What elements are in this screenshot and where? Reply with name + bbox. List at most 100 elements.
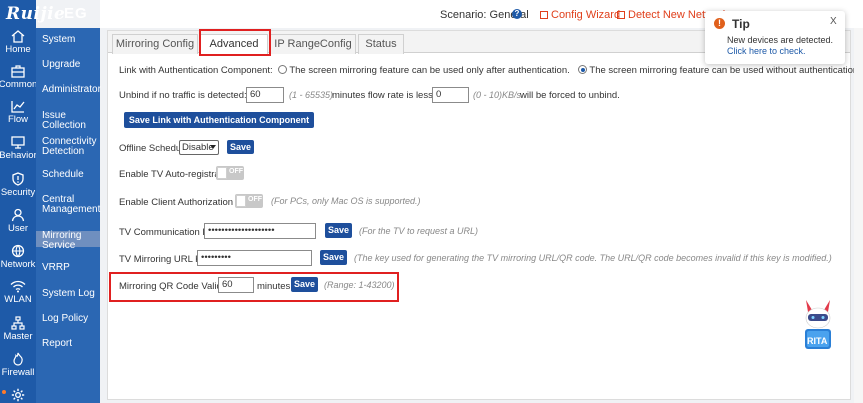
tip-close-button[interactable]: X [830, 16, 837, 27]
detect-icon [617, 11, 625, 19]
rail-label: Master [3, 331, 33, 342]
rail-item-wlan[interactable]: WLAN [0, 280, 36, 314]
rail-item-common[interactable]: Common [0, 65, 37, 99]
rail-label: Network [0, 259, 36, 270]
tip-check-link[interactable]: Click here to check. [727, 46, 806, 56]
gear-icon [11, 388, 25, 402]
scenario-label: Scenario: [440, 9, 487, 21]
wlan-icon [10, 280, 26, 293]
rail-item-security[interactable]: Security [0, 172, 36, 206]
tv-auto-registration-state: OFF [229, 168, 243, 175]
submenu-item-mirroring-service[interactable]: Mirroring Service [36, 231, 100, 251]
rail-item-flow[interactable]: Flow [0, 100, 36, 134]
warning-icon: ! [714, 18, 725, 29]
wizard-icon [540, 11, 548, 19]
submenu-item-administrator[interactable]: Administrator [36, 85, 101, 97]
rail-item-master[interactable]: Master [0, 316, 36, 350]
submenu-item-system[interactable]: System [36, 35, 100, 47]
rail-label: User [7, 223, 29, 234]
rail-label: Flow [7, 114, 29, 125]
submenu: System Upgrade Administrator Issue Colle… [36, 28, 101, 403]
submenu-item-central-management[interactable]: Central Management [36, 195, 100, 215]
config-wizard-link[interactable]: Config Wizard [540, 9, 620, 21]
rail-label: Common [0, 79, 38, 90]
ruijie-logo: Ruijie [6, 4, 66, 24]
tv-comm-key-hint: (For the TV to request a URL) [359, 226, 479, 236]
rail-item-behavior[interactable]: Behavior [0, 136, 37, 170]
chevron-down-icon [210, 145, 216, 149]
toggle-knob [217, 167, 227, 179]
auth-required-radio[interactable] [278, 65, 288, 74]
tip-message: New devices are detected. [727, 35, 834, 45]
offline-schedule-value: Disable [182, 142, 214, 153]
rita-label: RITA [807, 336, 828, 346]
master-icon [11, 316, 25, 330]
submenu-item-schedule[interactable]: Schedule [36, 170, 100, 182]
submenu-item-report[interactable]: Report [36, 339, 100, 351]
behavior-icon [11, 136, 25, 149]
auth-required-option: The screen mirroring feature can be used… [289, 65, 570, 76]
unbind-rate-hint: (0 - 10)KB/s [473, 90, 522, 100]
advanced-tab-highlight [199, 29, 271, 56]
auth-row: Link with Authentication Component: The … [119, 65, 861, 76]
submenu-item-connectivity-detection[interactable]: Connectivity Detection [36, 137, 100, 157]
unbind-minutes-input[interactable]: 60 [246, 87, 284, 103]
offline-schedule-select[interactable]: Disable [179, 140, 219, 155]
rail-label: Security [0, 187, 36, 198]
rail-item-home[interactable]: Home [0, 30, 36, 64]
submenu-item-issue-collection[interactable]: Issue Collection [36, 111, 100, 131]
rail-label: Firewall [1, 367, 35, 378]
tip-title: Tip [732, 17, 750, 31]
settings-gear-button[interactable] [11, 388, 25, 403]
rail-label: Behavior [0, 150, 37, 161]
submenu-item-log-policy[interactable]: Log Policy [36, 314, 100, 326]
toggle-knob [236, 195, 246, 207]
submenu-item-upgrade[interactable]: Upgrade [36, 60, 100, 72]
rita-assistant[interactable]: RITA [800, 296, 836, 354]
save-auth-config-button[interactable]: Save Link with Authentication Component … [124, 112, 314, 141]
rail-label: WLAN [4, 294, 32, 305]
rail-label: Home [5, 44, 31, 55]
tab-ip-range-config[interactable]: IP RangeConfig [270, 34, 356, 54]
common-icon [11, 65, 25, 78]
client-auth-toggle[interactable]: OFF [235, 194, 263, 208]
tab-mirroring-config[interactable]: Mirroring Config [112, 34, 198, 54]
unbind-rate-input[interactable]: 0 [432, 87, 469, 103]
tip-notification: ! Tip X New devices are detected. Click … [705, 11, 845, 64]
tv-url-key-save-button[interactable]: Save [320, 250, 347, 265]
auth-label: Link with Authentication Component: [119, 65, 273, 76]
tv-comm-key-input[interactable]: •••••••••••••••••••• [204, 223, 316, 239]
tab-status[interactable]: Status [358, 34, 404, 54]
config-wizard-label: Config Wizard [551, 9, 621, 21]
tv-url-key-hint: (The key used for generating the TV mirr… [354, 253, 832, 263]
client-auth-state: OFF [248, 196, 262, 203]
unbind-minutes-hint: (1 - 65535) [289, 90, 334, 100]
tv-comm-key-save-button[interactable]: Save [325, 223, 352, 238]
user-icon [11, 208, 25, 222]
home-icon [11, 30, 25, 43]
tv-url-key-input[interactable]: ••••••••• [197, 250, 312, 266]
auth-not-required-radio[interactable] [578, 65, 588, 74]
rail-item-firewall[interactable]: Firewall [0, 352, 36, 386]
product-name: EG [64, 5, 88, 22]
network-icon [11, 244, 25, 258]
rail-item-network[interactable]: Network [0, 244, 36, 278]
offline-schedule-save-button[interactable]: Save [227, 140, 254, 154]
firewall-icon [13, 352, 23, 366]
help-icon[interactable]: ? [512, 9, 522, 19]
notification-dot [2, 390, 6, 394]
submenu-item-vrrp[interactable]: VRRP [36, 263, 100, 275]
main-panel: Mirroring Config Advanced IP RangeConfig… [107, 29, 861, 400]
qr-setting-highlight [109, 272, 399, 302]
auth-not-required-option: The screen mirroring feature can be used… [589, 65, 861, 76]
flow-icon [11, 101, 25, 113]
client-auth-hint: (For PCs, only Mac OS is supported.) [271, 196, 421, 206]
brand-logo: Ruijie EG [0, 0, 100, 28]
tv-auto-registration-toggle[interactable]: OFF [216, 166, 244, 180]
left-nav-rail: Home Common Flow Behavior Security User … [0, 0, 37, 403]
security-icon [12, 172, 24, 186]
submenu-item-system-log[interactable]: System Log [36, 289, 100, 301]
unbind-suffix: will be forced to unbind. [520, 90, 620, 101]
page-scrollbar[interactable] [854, 28, 863, 403]
rail-item-user[interactable]: User [0, 208, 36, 242]
